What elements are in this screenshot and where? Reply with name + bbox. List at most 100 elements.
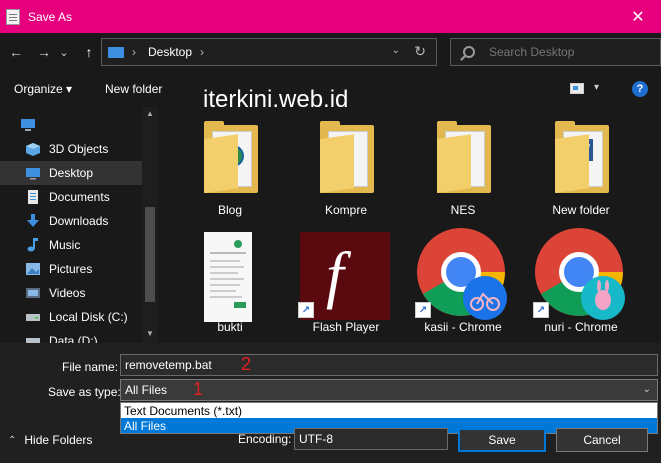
shortcut-arrow-icon: ↗ (298, 302, 314, 318)
scroll-up-arrow-icon[interactable]: ▲ (142, 109, 158, 121)
file-item-nes[interactable]: NES (413, 107, 513, 227)
sidebar-item-label: Local Disk (C:) (49, 310, 128, 324)
address-chevron-down-icon[interactable]: ⌄ (392, 45, 400, 56)
folder-icon (555, 121, 609, 193)
sidebar-item-label: Videos (49, 286, 86, 300)
scroll-thumb[interactable] (145, 207, 155, 302)
annotation-number-1: 1 (193, 379, 204, 399)
file-name: bukti (217, 320, 243, 334)
chevron-up-icon: ⌃ (8, 434, 17, 446)
downloads-icon (27, 214, 39, 227)
file-item-new-folder[interactable]: New folder (531, 107, 631, 227)
breadcrumb-separator: › (200, 45, 205, 59)
documents-icon (28, 190, 38, 204)
drive-icon (26, 338, 40, 343)
music-icon (27, 238, 38, 252)
desktop-icon (26, 168, 40, 180)
sidebar-item-pictures[interactable]: Pictures (0, 257, 142, 281)
sidebar-item-label: Downloads (49, 214, 109, 228)
help-button[interactable]: ? (632, 81, 648, 97)
folder-icon (204, 121, 258, 193)
organize-button[interactable]: Organize ▾ (14, 82, 72, 96)
dropdown-option-text-documents[interactable]: Text Documents (*.txt) (121, 403, 657, 418)
sidebar-item-label: Music (49, 238, 81, 252)
new-folder-button[interactable]: New folder (105, 82, 162, 96)
sidebar-item-downloads[interactable]: Downloads (0, 209, 142, 233)
file-name: Kompre (324, 203, 368, 217)
encoding-value: UTF-8 (299, 432, 333, 446)
save-as-type-label: Save as type: (48, 385, 121, 399)
sidebar-item-music[interactable]: Music (0, 233, 142, 257)
3d-objects-icon (26, 143, 40, 156)
file-name-input[interactable] (120, 354, 658, 376)
folder-icon (437, 121, 491, 193)
recent-locations-chevron-down-icon[interactable]: ⌄ (57, 41, 71, 63)
hide-folders-label: Hide Folders (24, 433, 93, 447)
sidebar-item-3d-objects[interactable]: 3D Objects (0, 137, 142, 161)
sidebar-item-label: Documents (49, 190, 110, 204)
address-bar[interactable]: › Desktop › ⌄ ↻ (101, 38, 437, 66)
search-input[interactable] (489, 45, 649, 59)
sidebar-scrollbar[interactable]: ▲ ▼ (142, 107, 158, 343)
up-button[interactable]: ↑ (78, 41, 100, 63)
close-button[interactable]: ✕ (615, 0, 661, 33)
pictures-icon (26, 263, 40, 275)
save-as-type-value: All Files (125, 383, 168, 397)
sidebar-item-local-disk-c[interactable]: Local Disk (C:) (0, 305, 142, 329)
navigation-pane: 3D Objects Desktop Documents Downloads M… (0, 107, 158, 343)
annotation-number-2: 2 (241, 354, 252, 374)
file-item-kompre[interactable]: Kompre (296, 107, 396, 227)
refresh-icon[interactable]: ↻ (414, 43, 426, 60)
file-name: Blog (217, 203, 243, 217)
back-button[interactable]: ← (5, 41, 27, 63)
file-item-bukti[interactable]: bukti (180, 224, 280, 343)
file-name: NES (450, 203, 476, 217)
breadcrumb-separator: › (132, 45, 136, 59)
encoding-select[interactable]: UTF-8 (294, 428, 448, 450)
sidebar-item-videos[interactable]: Videos (0, 281, 142, 305)
change-view-icon[interactable] (570, 83, 584, 94)
videos-icon (26, 288, 40, 298)
forward-button[interactable]: → (33, 41, 55, 63)
sidebar-item-label: Desktop (49, 166, 94, 180)
breadcrumb-desktop[interactable]: Desktop (148, 45, 192, 59)
save-button[interactable]: Save (458, 428, 546, 452)
navigation-bar: ← → ⌄ ↑ › Desktop › ⌄ ↻ (0, 33, 661, 71)
notepad-icon (6, 8, 20, 25)
cancel-button[interactable]: Cancel (556, 428, 648, 452)
file-name-label: File name: (62, 360, 119, 374)
file-item-blog[interactable]: Blog (180, 107, 280, 227)
search-box[interactable] (450, 38, 661, 66)
file-name: Flash Player (312, 320, 380, 334)
file-name: kasii - Chrome (424, 320, 502, 334)
shortcut-arrow-icon: ↗ (533, 302, 549, 318)
sidebar-item-label: 3D Objects (49, 142, 109, 156)
search-icon (463, 46, 475, 58)
scroll-down-arrow-icon[interactable]: ▼ (142, 329, 158, 341)
image-thumbnail-icon (204, 232, 252, 322)
sidebar-item-documents[interactable]: Documents (0, 185, 142, 209)
window-title: Save As (28, 9, 73, 24)
chevron-down-icon: ⌄ (642, 384, 651, 395)
hide-folders-button[interactable]: ⌃ Hide Folders (8, 433, 92, 447)
sidebar-item-this-pc[interactable] (0, 113, 142, 137)
sidebar-item-label: Pictures (49, 262, 93, 276)
folder-icon (320, 121, 374, 193)
file-list: Blog Kompre NES New folder bukti f ↗ Fla… (158, 107, 661, 343)
encoding-label: Encoding: (238, 432, 292, 446)
sidebar-item-label: Data (D:) (49, 334, 98, 343)
shortcut-arrow-icon: ↗ (415, 302, 431, 318)
drive-icon (26, 314, 40, 321)
sidebar-item-desktop[interactable]: Desktop (0, 161, 142, 185)
this-pc-icon (21, 119, 35, 131)
this-pc-icon (108, 46, 124, 58)
file-name: New folder (552, 203, 610, 217)
file-item-nuri-chrome[interactable]: ↗ nuri - Chrome (531, 224, 631, 343)
file-item-kasii-chrome[interactable]: ↗ kasii - Chrome (413, 224, 513, 343)
title-bar: Save As ✕ (0, 0, 661, 33)
view-chevron-down-icon[interactable]: ▾ (594, 82, 599, 93)
sidebar-item-data-d[interactable]: Data (D:) (0, 329, 142, 343)
file-name: nuri - Chrome (544, 320, 618, 334)
file-item-flash-player[interactable]: f ↗ Flash Player (296, 224, 396, 343)
flash-glyph: f (326, 239, 344, 310)
